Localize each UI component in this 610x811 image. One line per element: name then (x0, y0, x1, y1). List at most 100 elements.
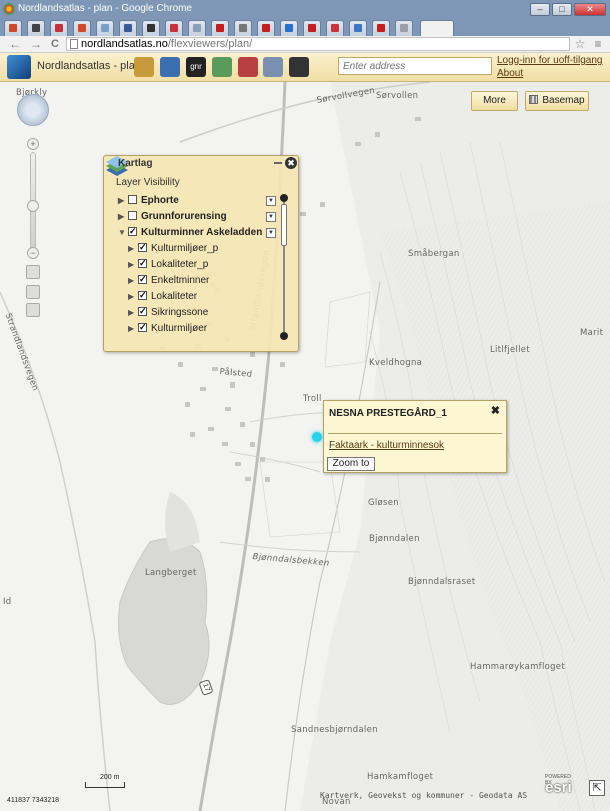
browser-tab-5[interactable] (96, 20, 114, 36)
back-button[interactable]: ← (8, 37, 22, 51)
expand-arrow-icon[interactable]: ▶ (128, 290, 138, 304)
chrome-menu-icon[interactable]: ≡ (591, 37, 605, 51)
layer-visibility-checkbox[interactable] (128, 195, 137, 204)
pan-navigation-control[interactable] (17, 94, 49, 126)
layer-list-scrollbar[interactable] (280, 194, 288, 340)
layer-visibility-checkbox[interactable] (138, 288, 147, 302)
bookmark-tool-icon[interactable] (238, 57, 258, 77)
close-panel-button[interactable]: ✖ (285, 157, 297, 169)
tab-favicon-icon (400, 24, 408, 32)
layer-visibility-title: Layer Visibility (116, 177, 180, 188)
gnr-tool-icon[interactable]: gnr (186, 57, 206, 77)
window-controls: – □ ✕ (530, 3, 606, 16)
zoom-in-button[interactable]: + (27, 138, 39, 150)
print-tool-icon[interactable] (160, 57, 180, 77)
maximize-button[interactable]: □ (552, 3, 572, 16)
layers-tool-icon[interactable] (263, 57, 283, 77)
browser-tab-11[interactable] (234, 20, 252, 36)
layer-row-8[interactable]: ▶ Kulturmiljøer (128, 320, 207, 336)
browser-tab-17[interactable] (372, 20, 390, 36)
layer-visibility-checkbox[interactable] (138, 256, 147, 270)
layer-row-2[interactable]: ▼ Kulturminner Askeladden (118, 224, 262, 240)
minimize-button[interactable]: – (530, 3, 550, 16)
expand-arrow-icon[interactable]: ▶ (118, 210, 128, 224)
zoom-slider-handle[interactable] (27, 199, 39, 212)
layer-row-6[interactable]: ▶ Lokaliteter (128, 288, 198, 304)
faktaark-link[interactable]: Faktaark - kulturminnesok (329, 440, 444, 451)
browser-tab-12[interactable] (257, 20, 275, 36)
scroll-up-icon[interactable] (280, 194, 288, 202)
close-window-button[interactable]: ✕ (574, 3, 606, 16)
address-search-input[interactable] (338, 57, 492, 75)
zoom-out-box-icon[interactable] (26, 303, 40, 317)
browser-tab-1[interactable] (4, 20, 22, 36)
browser-tab-14[interactable] (303, 20, 321, 36)
layer-label: Sikringssone (151, 307, 209, 318)
map-view[interactable]: Bjørkly Sørvollen Sørvollvegen Småbergan Mar… (0, 82, 610, 811)
layer-visibility-checkbox[interactable] (138, 240, 147, 254)
basemap-button[interactable]: Basemap (525, 91, 589, 111)
zoom-box-icon[interactable] (26, 285, 40, 299)
browser-tab-4[interactable] (73, 20, 91, 36)
expand-arrow-icon[interactable]: ▶ (128, 258, 138, 272)
browser-tab-7[interactable] (142, 20, 160, 36)
browser-tab-9[interactable] (188, 20, 206, 36)
layer-row-7[interactable]: ▶ Sikringssone (128, 304, 209, 320)
layer-row-0[interactable]: ▶ Ephorte (118, 194, 179, 208)
layer-visibility-checkbox[interactable] (138, 272, 147, 286)
tab-favicon-icon (377, 24, 385, 32)
layer-row-5[interactable]: ▶ Enkeltminner (128, 272, 209, 288)
scroll-down-icon[interactable] (280, 332, 288, 340)
layer-label: Lokaliteter (151, 291, 198, 302)
reload-button[interactable]: C (48, 37, 62, 51)
feature-marker[interactable] (312, 432, 322, 442)
layer-options-button[interactable]: ▼ (266, 196, 276, 206)
bookmark-star-icon[interactable]: ☆ (573, 37, 587, 51)
browser-tab-15[interactable] (326, 20, 344, 36)
browser-tab-18[interactable] (395, 20, 413, 36)
expand-arrow-icon[interactable]: ▶ (128, 274, 138, 288)
expand-arrow-icon[interactable]: ▶ (118, 194, 128, 208)
browser-tab-10[interactable] (211, 20, 229, 36)
layer-row-1[interactable]: ▶ Grunnforurensing (118, 210, 227, 224)
browser-tab-6[interactable] (119, 20, 137, 36)
layer-row-3[interactable]: ▶ Kulturmiljøer_p (128, 240, 218, 256)
scrollbar-thumb[interactable] (281, 204, 287, 246)
browser-tab-active[interactable] (420, 20, 454, 36)
forward-button[interactable]: → (29, 37, 43, 51)
browser-tab-13[interactable] (280, 20, 298, 36)
popup-close-button[interactable]: ✖ (491, 404, 500, 417)
resize-corner-icon[interactable]: ⇱ (589, 780, 605, 796)
layer-visibility-checkbox[interactable] (138, 320, 147, 334)
more-button[interactable]: More (471, 91, 518, 111)
esri-powered-by: POWERED BY (545, 774, 571, 786)
zoom-to-button[interactable]: Zoom to (327, 457, 375, 471)
kartlag-panel[interactable]: Kartlag ✖ Layer Visibility ▶ Ephorte ▼ ▶ Gru… (103, 155, 299, 352)
globe-tool-icon[interactable] (134, 57, 154, 77)
tab-favicon-icon (32, 24, 40, 32)
browser-tab-2[interactable] (27, 20, 45, 36)
address-bar[interactable]: nordlandsatlas.no/flexviewers/plan/ (66, 37, 570, 51)
browser-tab-3[interactable] (50, 20, 68, 36)
layer-options-button[interactable]: ▼ (266, 212, 276, 222)
map-label-place-sorvollen: Sørvollen (376, 91, 419, 101)
browser-tab-16[interactable] (349, 20, 367, 36)
about-link[interactable]: About (497, 68, 523, 79)
layer-visibility-checkbox[interactable] (128, 224, 137, 238)
layer-options-button[interactable]: ▼ (266, 228, 276, 238)
browser-tab-8[interactable] (165, 20, 183, 36)
binoculars-tool-icon[interactable] (289, 57, 309, 77)
expand-arrow-icon[interactable]: ▶ (128, 306, 138, 320)
zoom-out-button[interactable]: − (27, 247, 39, 259)
login-link[interactable]: Logg-inn for uoff-tilgang (497, 55, 602, 66)
pan-hand-icon[interactable] (26, 265, 40, 279)
layer-visibility-checkbox[interactable] (128, 211, 137, 220)
expand-arrow-icon[interactable]: ▶ (128, 242, 138, 256)
layer-row-4[interactable]: ▶ Lokaliteter_p (128, 256, 208, 272)
measure-tool-icon[interactable] (212, 57, 232, 77)
minimize-panel-icon[interactable] (274, 160, 282, 164)
layer-visibility-checkbox[interactable] (138, 304, 147, 318)
collapse-arrow-icon[interactable]: ▼ (118, 226, 128, 240)
tab-favicon-icon (262, 24, 270, 32)
expand-arrow-icon[interactable]: ▶ (128, 322, 138, 336)
